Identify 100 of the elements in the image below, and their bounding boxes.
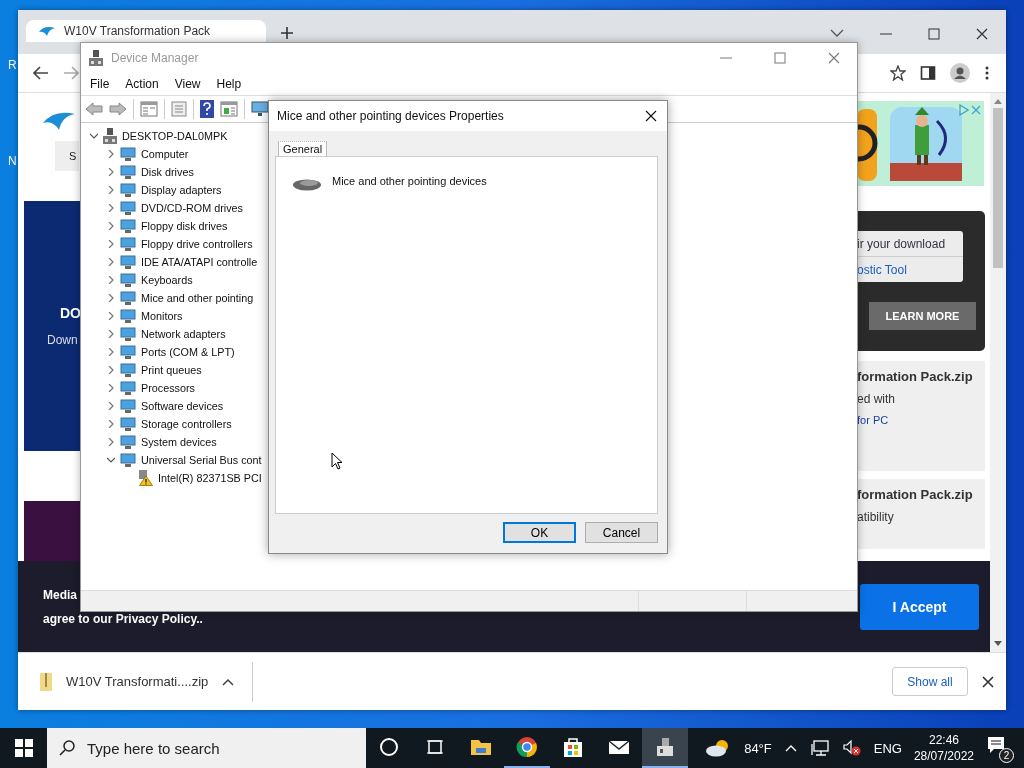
store-bag-icon	[561, 735, 585, 759]
expand-chevron-icon[interactable]	[107, 168, 115, 176]
close-icon[interactable]	[976, 28, 988, 40]
device-name: Mice and other pointing devices	[332, 175, 487, 187]
expand-chevron-icon[interactable]	[107, 258, 115, 266]
star-icon[interactable]	[890, 65, 906, 81]
tree-item[interactable]: System devices	[141, 436, 217, 448]
language-indicator[interactable]: ENG	[873, 740, 902, 756]
accept-button[interactable]: I Accept	[860, 584, 979, 630]
tree-item[interactable]: IDE ATA/ATAPI controlle	[141, 256, 258, 268]
collapse-chevron-icon[interactable]	[107, 456, 115, 464]
tree-item[interactable]: DESKTOP-DAL0MPK	[122, 130, 228, 142]
expand-chevron-icon[interactable]	[107, 150, 115, 158]
taskbar-app[interactable]	[642, 728, 688, 768]
tree-item[interactable]: DVD/CD-ROM drives	[141, 202, 243, 214]
cookie-text: agree to our Privacy Policy..	[43, 612, 203, 626]
device-icon	[120, 363, 136, 377]
download-item[interactable]: W10V Transformati....zip	[18, 661, 254, 702]
expand-chevron-icon[interactable]	[107, 276, 115, 284]
learn-more-button[interactable]: LEARN MORE	[869, 302, 976, 330]
help-icon[interactable]	[200, 100, 214, 118]
tree-item[interactable]: Universal Serial Bus cont	[141, 454, 262, 466]
chevron-down-icon[interactable]	[830, 28, 844, 38]
close-icon[interactable]	[982, 675, 994, 688]
tree-item[interactable]: Monitors	[141, 310, 183, 322]
menu-item[interactable]: Help	[216, 77, 242, 91]
forward-arrow-icon[interactable]	[63, 66, 79, 80]
expand-chevron-icon[interactable]	[107, 420, 115, 428]
device-icon	[120, 399, 136, 413]
expand-chevron-icon[interactable]	[107, 186, 115, 194]
tree-item[interactable]: Storage controllers	[141, 418, 232, 430]
sidebar-icon[interactable]	[920, 65, 936, 81]
notification-icon[interactable]	[986, 735, 1006, 755]
computer-tower-icon	[103, 128, 117, 144]
expand-chevron-icon[interactable]	[107, 294, 115, 302]
muted-speaker-icon[interactable]	[842, 740, 861, 756]
network-icon[interactable]	[810, 740, 829, 756]
device-icon	[120, 381, 136, 395]
result-title[interactable]: formation Pack.zip	[857, 369, 985, 384]
menu-icon[interactable]	[984, 65, 990, 81]
maximize-icon[interactable]	[774, 52, 786, 64]
tree-item[interactable]: Disk drives	[141, 166, 194, 178]
tree-item[interactable]: Floppy disk drives	[141, 220, 228, 232]
expand-chevron-icon[interactable]	[107, 312, 115, 320]
chevron-up-icon[interactable]	[784, 744, 797, 752]
expand-chevron-icon[interactable]	[107, 384, 115, 392]
menu-item[interactable]: File	[90, 77, 110, 91]
back-arrow-icon[interactable]	[33, 66, 49, 80]
tree-item[interactable]: Floppy drive controllers	[141, 238, 253, 250]
tree-item[interactable]: Intel(R) 82371SB PCI	[158, 472, 262, 484]
browser-tab[interactable]: W10V Transformation Pack	[26, 20, 266, 42]
weather-temperature[interactable]: 84°F	[744, 740, 772, 756]
menu-item[interactable]: Action	[125, 77, 159, 91]
tree-item[interactable]: Processors	[141, 382, 195, 394]
expand-chevron-icon[interactable]	[107, 366, 115, 374]
clock-date[interactable]: 28/07/2022	[913, 749, 974, 763]
expand-chevron-icon[interactable]	[107, 348, 115, 356]
tree-item[interactable]: Mice and other pointing	[141, 292, 254, 304]
clock-time[interactable]: 22:46	[928, 733, 959, 747]
expand-chevron-icon[interactable]	[107, 222, 115, 230]
expand-chevron-icon[interactable]	[107, 204, 115, 212]
cancel-button[interactable]: Cancel	[585, 522, 658, 543]
tree-item[interactable]: Display adapters	[141, 184, 222, 196]
ok-button[interactable]: OK	[503, 522, 576, 543]
expand-chevron-icon[interactable]	[107, 402, 115, 410]
expand-chevron-icon[interactable]	[107, 240, 115, 248]
close-icon[interactable]	[645, 110, 657, 122]
tree-item[interactable]: Keyboards	[141, 274, 193, 286]
windows-start-icon[interactable]	[15, 739, 33, 757]
result-title[interactable]: formation Pack.zip	[857, 487, 985, 502]
profile-icon[interactable]	[950, 63, 970, 83]
tree-item[interactable]: Network adapters	[141, 328, 226, 340]
search-icon	[59, 740, 75, 756]
caret-up-icon[interactable]	[222, 677, 235, 686]
tree-item[interactable]: Computer	[141, 148, 189, 160]
tree-item[interactable]: Ports (COM & LPT)	[141, 346, 235, 358]
scroll-down-icon[interactable]	[994, 641, 1002, 646]
collapse-chevron-icon[interactable]	[90, 132, 98, 140]
page-button[interactable]: S	[55, 141, 79, 171]
menu-item[interactable]: View	[174, 77, 201, 91]
tree-item[interactable]: Print queues	[141, 364, 202, 376]
dialog-tab[interactable]: General	[278, 141, 328, 156]
new-tab-icon[interactable]	[280, 26, 294, 40]
monitor-icon[interactable]	[251, 101, 269, 117]
forward-arrow-icon[interactable]	[109, 102, 127, 116]
expand-chevron-icon[interactable]	[107, 330, 115, 338]
console-tree-icon[interactable]	[140, 101, 158, 117]
link[interactable]: for PC	[857, 414, 985, 426]
desktop-icon-label[interactable]: N	[8, 154, 16, 168]
search-field[interactable]: Type here to search	[47, 728, 366, 768]
scroll-thumb[interactable]	[993, 108, 1003, 268]
maximize-icon[interactable]	[928, 28, 940, 40]
device-icon	[120, 183, 136, 197]
show-all-button[interactable]: Show all	[892, 667, 968, 696]
desktop-icon-label[interactable]: R	[8, 58, 16, 72]
tree-item[interactable]: Software devices	[141, 400, 224, 412]
scrollbar[interactable]	[990, 93, 1006, 652]
expand-chevron-icon[interactable]	[107, 438, 115, 446]
panel-icon[interactable]	[220, 101, 238, 117]
scroll-up-icon[interactable]	[994, 99, 1002, 104]
